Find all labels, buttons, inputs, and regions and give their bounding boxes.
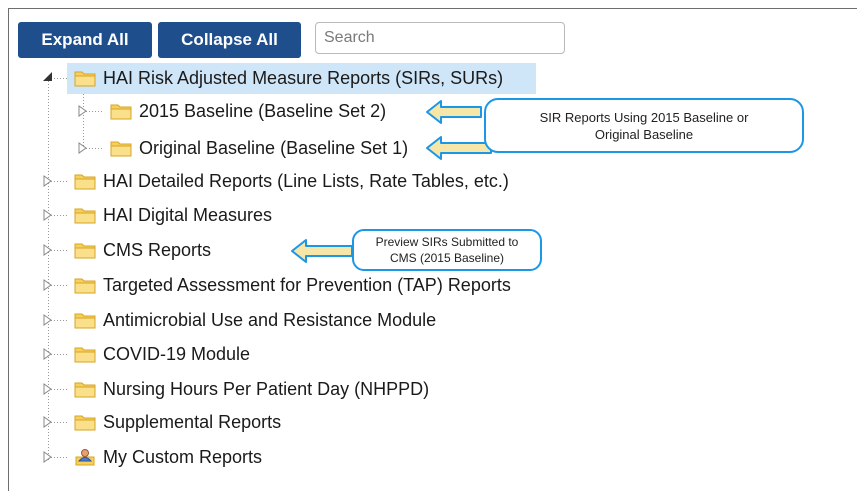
expand-toggle-icon[interactable] (43, 244, 53, 256)
folder-icon (74, 174, 96, 190)
callout-text-line: Original Baseline (594, 126, 694, 142)
tree-item-original-baseline[interactable]: Original Baseline (Baseline Set 1) (110, 133, 408, 163)
tree-item-tap-reports[interactable]: Targeted Assessment for Prevention (TAP)… (74, 270, 511, 300)
expand-toggle-icon[interactable] (43, 451, 53, 463)
expand-toggle-icon[interactable] (43, 416, 53, 428)
folder-icon (110, 104, 132, 120)
expand-toggle-icon[interactable] (43, 279, 53, 291)
expand-toggle-icon[interactable] (43, 383, 53, 395)
tree-item-label: Antimicrobial Use and Resistance Module (103, 310, 437, 330)
tree-item-label: Nursing Hours Per Patient Day (NHPPD) (103, 379, 430, 399)
tree-item-label: HAI Detailed Reports (Line Lists, Rate T… (103, 171, 509, 191)
tree-item-label: 2015 Baseline (Baseline Set 2) (139, 101, 387, 121)
tree-item-hai-risk-adjusted[interactable]: HAI Risk Adjusted Measure Reports (SIRs,… (74, 63, 503, 93)
callout-text-line: CMS (2015 Baseline) (389, 251, 505, 265)
tree-item-label: My Custom Reports (103, 447, 263, 467)
tree-item-2015-baseline[interactable]: 2015 Baseline (Baseline Set 2) (110, 96, 386, 126)
tree-item-label: Targeted Assessment for Prevention (TAP)… (103, 275, 511, 295)
tree-item-label: CMS Reports (103, 240, 212, 260)
collapse-toggle-icon[interactable] (41, 70, 55, 84)
tree-item-my-custom-reports[interactable]: My Custom Reports (74, 442, 262, 472)
callout-arrow-icon (426, 100, 482, 124)
tree-item-hai-digital-measures[interactable]: HAI Digital Measures (74, 200, 272, 230)
tree-item-label: HAI Digital Measures (103, 205, 273, 225)
expand-toggle-icon[interactable] (43, 175, 53, 187)
folder-icon (74, 208, 96, 224)
tree-item-label: Supplemental Reports (103, 412, 282, 432)
folder-icon (74, 415, 96, 431)
expand-toggle-icon[interactable] (78, 105, 88, 117)
tree-item-nursing-hours[interactable]: Nursing Hours Per Patient Day (NHPPD) (74, 374, 429, 404)
expand-toggle-icon[interactable] (43, 209, 53, 221)
sir-reports-callout: SIR Reports Using 2015 Baseline or Origi… (484, 98, 804, 153)
folder-icon (110, 141, 132, 157)
folder-icon (74, 313, 96, 329)
callout-text-line: SIR Reports Using 2015 Baseline or (539, 109, 749, 125)
tree-item-label: COVID-19 Module (103, 344, 251, 364)
folder-icon (74, 347, 96, 363)
expand-toggle-icon[interactable] (43, 348, 53, 360)
callout-arrow-icon (291, 239, 353, 263)
folder-icon (74, 71, 96, 87)
folder-icon (74, 382, 96, 398)
tree-item-hai-detailed-reports[interactable]: HAI Detailed Reports (Line Lists, Rate T… (74, 166, 509, 196)
tree-item-antimicrobial-use[interactable]: Antimicrobial Use and Resistance Module (74, 305, 436, 335)
expand-toggle-icon[interactable] (43, 314, 53, 326)
cms-preview-callout: Preview SIRs Submitted to CMS (2015 Base… (352, 229, 542, 271)
user-report-icon (75, 449, 95, 466)
tree-item-cms-reports[interactable]: CMS Reports (74, 235, 211, 265)
tree-item-label: Original Baseline (Baseline Set 1) (139, 138, 409, 158)
callout-text-line: Preview SIRs Submitted to (375, 235, 519, 249)
folder-icon (74, 278, 96, 294)
tree-item-covid-19-module[interactable]: COVID-19 Module (74, 339, 250, 369)
folder-icon (74, 243, 96, 259)
tree-item-supplemental-reports[interactable]: Supplemental Reports (74, 407, 281, 437)
tree-item-label: HAI Risk Adjusted Measure Reports (SIRs,… (103, 68, 504, 88)
expand-toggle-icon[interactable] (78, 142, 88, 154)
